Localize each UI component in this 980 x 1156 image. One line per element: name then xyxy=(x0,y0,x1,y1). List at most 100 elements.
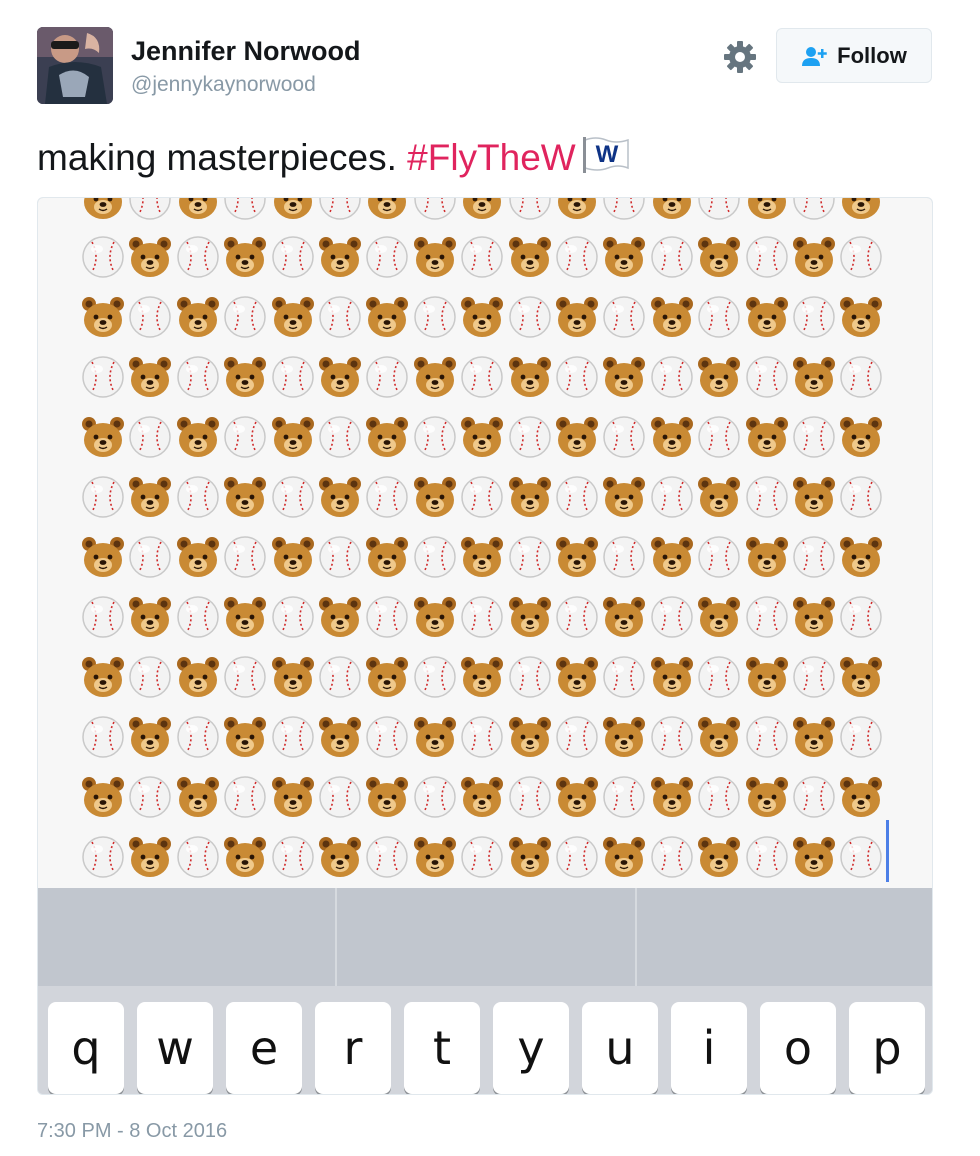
key-q[interactable]: q xyxy=(48,1002,124,1094)
baseball-emoji xyxy=(412,534,458,580)
bear-emoji xyxy=(601,354,647,400)
avatar[interactable] xyxy=(37,27,113,104)
bear-emoji xyxy=(838,414,884,460)
bear-emoji xyxy=(270,774,316,820)
bear-emoji xyxy=(744,294,790,340)
key-o[interactable]: o xyxy=(760,1002,836,1094)
baseball-emoji xyxy=(317,414,363,460)
key-w[interactable]: w xyxy=(137,1002,213,1094)
bear-emoji xyxy=(412,834,458,880)
bear-emoji xyxy=(838,198,884,222)
bear-emoji xyxy=(127,234,173,280)
bear-emoji xyxy=(270,198,316,222)
bear-emoji xyxy=(127,354,173,400)
key-e[interactable]: e xyxy=(226,1002,302,1094)
bear-emoji xyxy=(649,774,695,820)
bear-emoji xyxy=(554,654,600,700)
baseball-emoji xyxy=(649,594,695,640)
bear-emoji xyxy=(649,534,695,580)
tweet-media[interactable]: q w e r t y u i o p xyxy=(37,197,933,1095)
bear-emoji xyxy=(838,294,884,340)
bear-emoji xyxy=(317,234,363,280)
bear-emoji xyxy=(459,294,505,340)
baseball-emoji xyxy=(791,294,837,340)
bear-emoji xyxy=(601,714,647,760)
bear-emoji xyxy=(507,354,553,400)
baseball-emoji xyxy=(412,774,458,820)
bear-emoji xyxy=(364,534,410,580)
baseball-emoji xyxy=(364,594,410,640)
baseball-emoji xyxy=(459,234,505,280)
gear-icon[interactable] xyxy=(723,40,757,74)
bear-emoji xyxy=(744,654,790,700)
baseball-emoji xyxy=(459,474,505,520)
key-i[interactable]: i xyxy=(671,1002,747,1094)
bear-emoji xyxy=(554,774,600,820)
notes-paper xyxy=(38,198,932,888)
bear-emoji xyxy=(317,714,363,760)
bear-emoji xyxy=(222,354,268,400)
bear-emoji xyxy=(791,594,837,640)
bear-emoji xyxy=(80,414,126,460)
bear-emoji xyxy=(317,354,363,400)
suggestion-slot[interactable] xyxy=(637,888,932,986)
baseball-emoji xyxy=(175,594,221,640)
bear-emoji xyxy=(507,714,553,760)
baseball-emoji xyxy=(317,294,363,340)
baseball-emoji xyxy=(127,414,173,460)
baseball-emoji xyxy=(459,594,505,640)
bear-emoji xyxy=(175,654,221,700)
bear-emoji xyxy=(696,714,742,760)
baseball-emoji xyxy=(696,198,742,222)
bear-emoji xyxy=(838,654,884,700)
baseball-emoji xyxy=(364,354,410,400)
key-r[interactable]: r xyxy=(315,1002,391,1094)
baseball-emoji xyxy=(696,534,742,580)
bear-emoji xyxy=(791,354,837,400)
baseball-emoji xyxy=(838,714,884,760)
bear-emoji xyxy=(744,534,790,580)
bear-emoji xyxy=(80,534,126,580)
hashtag-link[interactable]: #FlyTheW xyxy=(407,137,576,178)
baseball-emoji xyxy=(127,654,173,700)
bear-emoji xyxy=(459,534,505,580)
bear-emoji xyxy=(127,474,173,520)
bear-emoji xyxy=(364,198,410,222)
bear-emoji xyxy=(649,294,695,340)
suggestion-slot[interactable] xyxy=(337,888,635,986)
key-p[interactable]: p xyxy=(849,1002,925,1094)
baseball-emoji xyxy=(601,294,647,340)
bear-emoji xyxy=(744,774,790,820)
bear-emoji xyxy=(696,474,742,520)
suggestion-slot[interactable] xyxy=(38,888,335,986)
bear-emoji xyxy=(127,714,173,760)
follow-button[interactable]: Follow xyxy=(776,28,932,83)
bear-emoji xyxy=(838,534,884,580)
key-u[interactable]: u xyxy=(582,1002,658,1094)
flag-emoji: W xyxy=(582,134,632,183)
baseball-emoji xyxy=(80,474,126,520)
bear-emoji xyxy=(696,594,742,640)
bear-emoji xyxy=(80,294,126,340)
bear-emoji xyxy=(696,834,742,880)
key-t[interactable]: t xyxy=(404,1002,480,1094)
baseball-emoji xyxy=(270,714,316,760)
key-y[interactable]: y xyxy=(493,1002,569,1094)
bear-emoji xyxy=(317,834,363,880)
baseball-emoji xyxy=(649,354,695,400)
username[interactable]: @jennykaynorwood xyxy=(131,73,316,97)
baseball-emoji xyxy=(696,654,742,700)
baseball-emoji xyxy=(80,594,126,640)
tweet-timestamp[interactable]: 7:30 PM - 8 Oct 2016 xyxy=(37,1120,227,1143)
display-name[interactable]: Jennifer Norwood xyxy=(131,36,361,67)
bear-emoji xyxy=(412,474,458,520)
baseball-emoji xyxy=(364,714,410,760)
bear-emoji xyxy=(601,834,647,880)
baseball-emoji xyxy=(791,534,837,580)
bear-emoji xyxy=(412,234,458,280)
baseball-emoji xyxy=(791,198,837,222)
text-cursor xyxy=(886,820,889,882)
baseball-emoji xyxy=(175,234,221,280)
baseball-emoji xyxy=(838,354,884,400)
baseball-emoji xyxy=(317,774,363,820)
